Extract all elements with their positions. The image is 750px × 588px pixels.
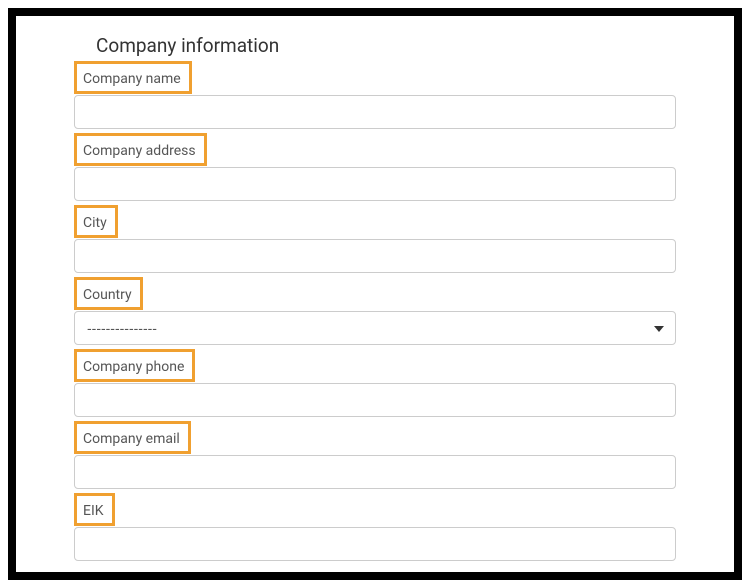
field-country: Country --------------- bbox=[74, 277, 676, 345]
field-company-name: Company name bbox=[74, 61, 676, 129]
company-phone-input[interactable] bbox=[74, 383, 676, 417]
field-city: City bbox=[74, 205, 676, 273]
label-highlight: City bbox=[74, 205, 118, 238]
form-container: Company information Company name Company… bbox=[8, 8, 742, 580]
field-company-email: Company email bbox=[74, 421, 676, 489]
form-title: Company information bbox=[96, 34, 676, 57]
country-label: Country bbox=[83, 287, 132, 303]
company-phone-label: Company phone bbox=[83, 359, 184, 375]
label-highlight: Country bbox=[74, 277, 143, 310]
company-email-label: Company email bbox=[83, 431, 180, 447]
eik-label: EIK bbox=[83, 503, 104, 519]
label-highlight: EIK bbox=[74, 493, 115, 526]
city-label: City bbox=[83, 215, 107, 231]
country-select[interactable]: --------------- bbox=[74, 311, 676, 345]
city-input[interactable] bbox=[74, 239, 676, 273]
label-highlight: Company name bbox=[74, 61, 192, 94]
field-eik: EIK bbox=[74, 493, 676, 561]
company-email-input[interactable] bbox=[74, 455, 676, 489]
field-company-address: Company address bbox=[74, 133, 676, 201]
company-name-input[interactable] bbox=[74, 95, 676, 129]
eik-input[interactable] bbox=[74, 527, 676, 561]
company-address-input[interactable] bbox=[74, 167, 676, 201]
field-company-phone: Company phone bbox=[74, 349, 676, 417]
label-highlight: Company address bbox=[74, 133, 207, 166]
company-name-label: Company name bbox=[83, 71, 181, 87]
company-address-label: Company address bbox=[83, 143, 196, 159]
label-highlight: Company email bbox=[74, 421, 191, 454]
label-highlight: Company phone bbox=[74, 349, 195, 382]
